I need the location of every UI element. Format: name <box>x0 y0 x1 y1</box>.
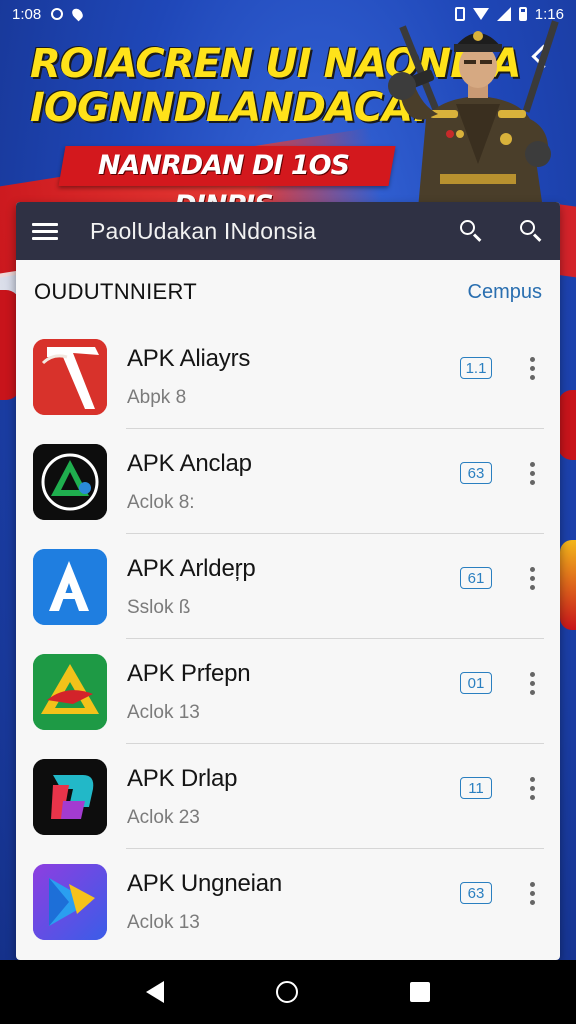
search-icon[interactable] <box>458 218 484 244</box>
list-item[interactable]: APK Prfepn Aclok 13 01 <box>16 639 560 744</box>
version-badge: 01 <box>460 671 492 694</box>
version-badge: 63 <box>460 881 492 904</box>
more-options-icon[interactable] <box>530 671 536 696</box>
list-item[interactable]: APK Drlap Aclok 23 11 <box>16 744 560 849</box>
more-options-icon[interactable] <box>530 461 536 486</box>
recents-icon[interactable] <box>410 982 430 1002</box>
app-list: APK Aliayrs Abpk 8 1.1 APK Anclap Aclok <box>16 324 560 954</box>
back-icon[interactable] <box>146 981 164 1003</box>
notification-circle-icon <box>51 8 64 20</box>
app-name: APK Arldeŗp <box>127 554 256 582</box>
search-icon-secondary[interactable] <box>518 218 544 244</box>
list-item[interactable]: APK Arldeŗp Sslok ß 61 <box>16 534 560 639</box>
app-icon-aliayrs <box>33 338 107 415</box>
app-name: APK Ungneian <box>127 869 283 897</box>
app-subtitle: Abpk 8 <box>127 386 187 408</box>
app-icon-arldeop <box>33 548 107 625</box>
more-options-icon[interactable] <box>530 356 536 381</box>
banner-subheadline: NANRDAN DI 1OS DINPIS <box>58 146 396 221</box>
side-decoration-gold <box>560 540 576 630</box>
officer-illustration <box>388 20 559 209</box>
version-badge: 1.1 <box>460 356 492 379</box>
hamburger-menu-icon[interactable] <box>32 221 58 241</box>
app-name: APK Drlap <box>127 764 238 792</box>
app-name: APK Anclap <box>127 449 252 477</box>
side-decoration-right <box>558 390 576 460</box>
list-item[interactable]: APK Anclap Aclok 8: 63 <box>16 429 560 534</box>
app-icon-anclap <box>33 443 107 520</box>
system-nav-bar <box>0 960 576 1024</box>
headline-line-2: IOGNNDLANDACA. <box>30 85 428 131</box>
app-subtitle: Aclok 23 <box>127 806 200 828</box>
location-pin-icon <box>70 6 86 22</box>
app-icon-ungneian <box>33 863 107 940</box>
version-badge: 63 <box>460 461 492 484</box>
list-item[interactable]: APK Aliayrs Abpk 8 1.1 <box>16 324 560 429</box>
section-header: OUDUTNNIERT Cempus <box>16 260 560 324</box>
app-icon-drlap <box>33 758 107 835</box>
status-time-left: 1:08 <box>12 5 42 23</box>
banner-headline: ROIACREN UI NAONEIA IOGNNDLANDACA. <box>30 41 521 131</box>
app-subtitle: Aclok 13 <box>127 911 200 933</box>
headline-line-1: ROIACREN UI NAONEIA <box>30 41 521 87</box>
app-subtitle: Sslok ß <box>127 596 191 618</box>
app-bar: PaolUdakan INdonsia <box>16 202 560 260</box>
section-title: OUDUTNNIERT <box>34 279 198 304</box>
list-item[interactable]: APK Ungneian Aclok 13 63 <box>16 849 560 954</box>
version-badge: 11 <box>460 776 492 799</box>
section-link[interactable]: Cempus <box>468 281 542 304</box>
home-icon[interactable] <box>276 981 298 1003</box>
app-icon-prfepn <box>33 653 107 730</box>
more-options-icon[interactable] <box>530 881 536 906</box>
more-options-icon[interactable] <box>530 566 536 591</box>
app-subtitle: Aclok 8: <box>127 491 195 513</box>
app-subtitle: Aclok 13 <box>127 701 200 723</box>
app-bar-title: PaolUdakan INdonsia <box>90 217 317 244</box>
app-name: APK Aliayrs <box>127 344 251 372</box>
app-name: APK Prfepn <box>127 659 251 687</box>
app-list-card: PaolUdakan INdonsia OUDUTNNIERT Cempus A… <box>16 202 560 960</box>
version-badge: 61 <box>460 566 492 589</box>
more-options-icon[interactable] <box>530 776 536 801</box>
